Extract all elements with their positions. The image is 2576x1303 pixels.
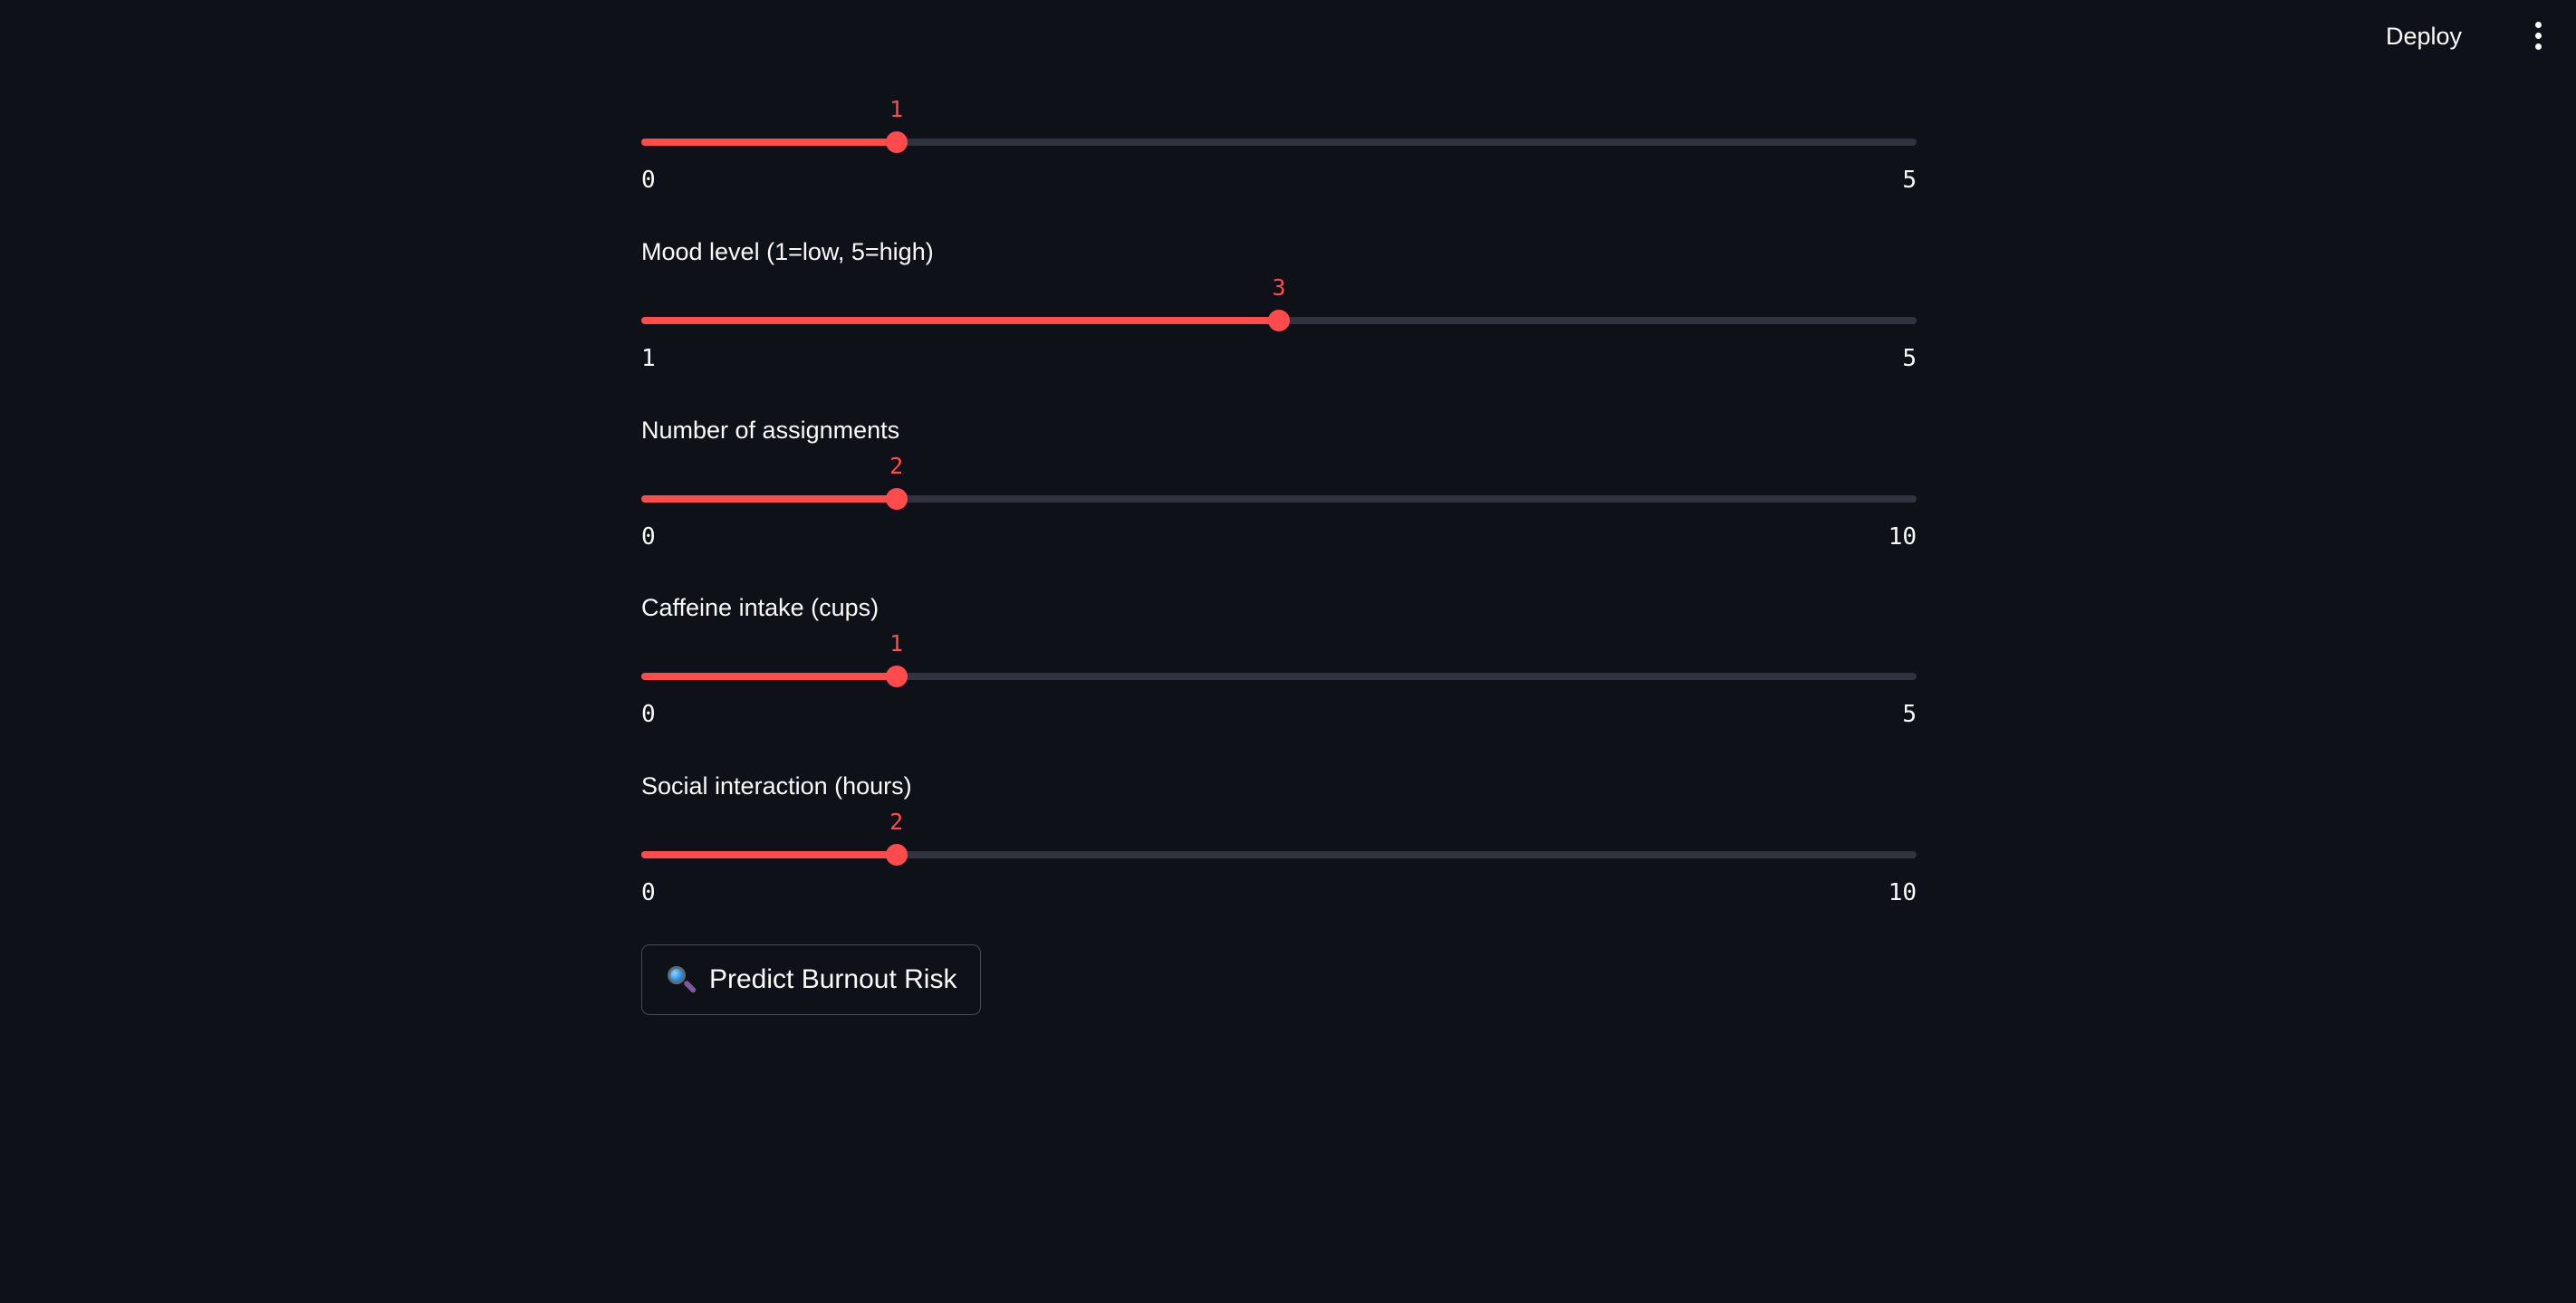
predict-button-label: Predict Burnout Risk: [709, 964, 957, 994]
slider-group-mood-level: Mood level (1=low, 5=high) 3 1 5: [641, 178, 1917, 372]
slider-max-label: 10: [1888, 879, 1917, 906]
slider-label: Caffeine intake (cups): [641, 594, 879, 621]
slider-group-social-interaction: Social interaction (hours) 2 0 10: [641, 713, 1917, 906]
slider-track[interactable]: [641, 131, 1917, 153]
slider-current-value: 1: [889, 630, 904, 656]
slider-current-value: 2: [889, 453, 904, 479]
vertical-ellipsis-icon[interactable]: [2527, 20, 2549, 53]
slider-thumb[interactable]: [1268, 310, 1290, 331]
slider-track[interactable]: [641, 844, 1917, 866]
slider-current-value: 2: [889, 809, 904, 835]
slider-label: Mood level (1=low, 5=high): [641, 238, 934, 265]
slider-fill: [641, 139, 897, 146]
slider-min-label: 0: [641, 879, 656, 906]
slider-thumb[interactable]: [885, 131, 908, 153]
slider-current-value: 1: [889, 96, 904, 122]
predict-burnout-risk-button[interactable]: Predict Burnout Risk: [641, 944, 982, 1015]
slider-fill: [641, 495, 897, 503]
slider-track[interactable]: [641, 666, 1917, 687]
magnifying-glass-icon: [666, 964, 697, 995]
slider-label: Social interaction (hours): [641, 772, 912, 800]
slider-group-caffeine: Caffeine intake (cups) 1 0 5: [641, 534, 1917, 728]
slider-current-value: 3: [1272, 274, 1286, 301]
slider-thumb[interactable]: [885, 844, 908, 866]
deploy-button[interactable]: Deploy: [2386, 18, 2462, 54]
slider-label: Number of assignments: [641, 417, 900, 444]
slider-thumb[interactable]: [885, 666, 908, 687]
slider-track[interactable]: [641, 310, 1917, 331]
slider-group-partial: 1 0 5: [641, 0, 1917, 194]
slider-fill: [641, 317, 1279, 324]
slider-fill: [641, 673, 897, 680]
slider-fill: [641, 851, 897, 858]
slider-thumb[interactable]: [885, 488, 908, 510]
slider-track[interactable]: [641, 488, 1917, 510]
slider-group-assignments: Number of assignments 2 0 10: [641, 357, 1917, 551]
